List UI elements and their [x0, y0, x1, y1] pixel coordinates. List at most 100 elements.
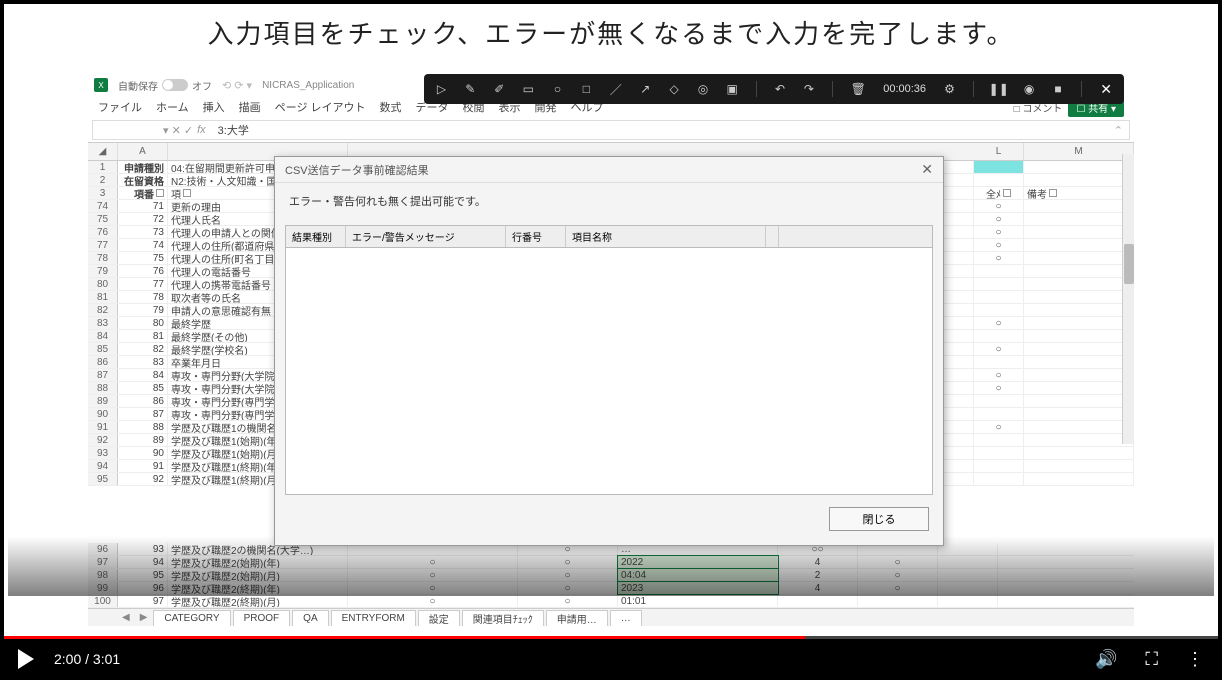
- cell[interactable]: 78: [118, 291, 168, 303]
- cell[interactable]: 73: [118, 226, 168, 238]
- cell[interactable]: 90: [118, 447, 168, 459]
- row-number[interactable]: 74: [88, 200, 118, 212]
- row-number[interactable]: 3: [88, 187, 118, 199]
- cell[interactable]: [974, 460, 1024, 472]
- cell[interactable]: ○: [974, 226, 1024, 238]
- cell[interactable]: ○: [974, 213, 1024, 225]
- sheet-tab[interactable]: 関連項目ﾁｪｯｸ: [462, 610, 544, 626]
- vertical-scrollbar[interactable]: [1122, 154, 1134, 444]
- ribbon-tab[interactable]: ページ レイアウト: [275, 99, 366, 115]
- tab-nav-prev[interactable]: ◀: [118, 612, 134, 623]
- cell[interactable]: 74: [118, 239, 168, 251]
- cell[interactable]: [1024, 408, 1134, 420]
- row-number[interactable]: 80: [88, 278, 118, 290]
- target-icon[interactable]: ◎: [698, 82, 709, 96]
- square-icon[interactable]: □: [581, 82, 592, 96]
- dialog-col[interactable]: エラー/警告メッセージ: [346, 226, 506, 247]
- dialog-col[interactable]: 行番号: [506, 226, 566, 247]
- cell[interactable]: [1024, 226, 1134, 238]
- progress-bar[interactable]: [4, 636, 1218, 639]
- redo-icon[interactable]: ↷: [804, 82, 815, 96]
- cell[interactable]: [1024, 174, 1134, 186]
- rect-icon[interactable]: ▭: [523, 82, 534, 96]
- row-number[interactable]: 77: [88, 239, 118, 251]
- row-number[interactable]: 87: [88, 369, 118, 381]
- cell[interactable]: 81: [118, 330, 168, 342]
- row-number[interactable]: 91: [88, 421, 118, 433]
- cell[interactable]: 在留資格: [118, 174, 168, 186]
- cell[interactable]: 88: [118, 421, 168, 433]
- cell[interactable]: [1024, 252, 1134, 264]
- cell[interactable]: ○: [974, 252, 1024, 264]
- cell[interactable]: [1024, 291, 1134, 303]
- row-number[interactable]: 75: [88, 213, 118, 225]
- cell[interactable]: [1024, 356, 1134, 368]
- cell[interactable]: [974, 395, 1024, 407]
- cell[interactable]: [974, 356, 1024, 368]
- cell[interactable]: ○: [974, 343, 1024, 355]
- sheet-tab[interactable]: …: [610, 610, 642, 626]
- cell[interactable]: 91: [118, 460, 168, 472]
- autosave-toggle[interactable]: [162, 79, 188, 91]
- pen-icon[interactable]: ✎: [465, 82, 476, 96]
- cell[interactable]: 92: [118, 473, 168, 485]
- cell[interactable]: 83: [118, 356, 168, 368]
- cell[interactable]: 項番: [118, 187, 168, 199]
- cell[interactable]: ○: [974, 421, 1024, 433]
- cell[interactable]: [1024, 239, 1134, 251]
- cell[interactable]: [1024, 473, 1134, 485]
- cell[interactable]: [1024, 304, 1134, 316]
- row-number[interactable]: 82: [88, 304, 118, 316]
- sheet-tab[interactable]: 設定: [418, 610, 460, 626]
- cell[interactable]: 86: [118, 395, 168, 407]
- eraser-icon[interactable]: ◇: [669, 82, 680, 96]
- tab-nav-next[interactable]: ▶: [136, 612, 152, 623]
- cell[interactable]: [1024, 161, 1134, 173]
- cell[interactable]: 77: [118, 278, 168, 290]
- volume-icon[interactable]: 🔊: [1095, 649, 1117, 670]
- col-m[interactable]: M: [1024, 143, 1134, 160]
- cell[interactable]: ○: [974, 382, 1024, 394]
- cell[interactable]: 全ﾒ: [974, 187, 1024, 199]
- row-number[interactable]: 85: [88, 343, 118, 355]
- row-number[interactable]: 78: [88, 252, 118, 264]
- cell[interactable]: 72: [118, 213, 168, 225]
- cell[interactable]: [1024, 200, 1134, 212]
- cell[interactable]: [974, 161, 1024, 173]
- select-all[interactable]: ◢: [88, 143, 118, 160]
- col-a[interactable]: A: [118, 143, 168, 160]
- highlighter-icon[interactable]: ✐: [494, 82, 505, 96]
- ribbon-tab[interactable]: 数式: [380, 99, 402, 115]
- cell[interactable]: 備考: [1024, 187, 1134, 199]
- row-number[interactable]: 90: [88, 408, 118, 420]
- cell[interactable]: ○: [974, 239, 1024, 251]
- cell[interactable]: 80: [118, 317, 168, 329]
- record-icon[interactable]: ◉: [1024, 82, 1035, 96]
- cell[interactable]: [1024, 278, 1134, 290]
- cell[interactable]: [974, 434, 1024, 446]
- cell[interactable]: ○: [974, 200, 1024, 212]
- cell[interactable]: [974, 447, 1024, 459]
- formula-input[interactable]: 3:大学: [212, 122, 1108, 138]
- sheet-tab[interactable]: QA: [292, 610, 328, 626]
- ribbon-tab[interactable]: ホーム: [156, 99, 189, 115]
- cell[interactable]: [1024, 421, 1134, 433]
- cell[interactable]: 79: [118, 304, 168, 316]
- dialog-col[interactable]: 項目名称: [566, 226, 766, 247]
- cell[interactable]: [974, 174, 1024, 186]
- dialog-col[interactable]: [766, 226, 779, 247]
- col-l[interactable]: L: [974, 143, 1024, 160]
- undo-icon[interactable]: ↶: [775, 82, 786, 96]
- trash-icon[interactable]: 🗑: [851, 82, 865, 96]
- pointer-icon[interactable]: ▷: [436, 82, 447, 96]
- circle-icon[interactable]: ○: [552, 82, 563, 96]
- autosave[interactable]: 自動保存 オフ: [118, 78, 212, 93]
- cell[interactable]: 89: [118, 434, 168, 446]
- note-icon[interactable]: ▣: [726, 82, 737, 96]
- sheet-tab[interactable]: PROOF: [233, 610, 291, 626]
- more-icon[interactable]: ⋮: [1186, 649, 1204, 670]
- cell[interactable]: [1024, 395, 1134, 407]
- cell[interactable]: [974, 278, 1024, 290]
- line-icon[interactable]: ／: [610, 82, 622, 96]
- cell[interactable]: [1024, 330, 1134, 342]
